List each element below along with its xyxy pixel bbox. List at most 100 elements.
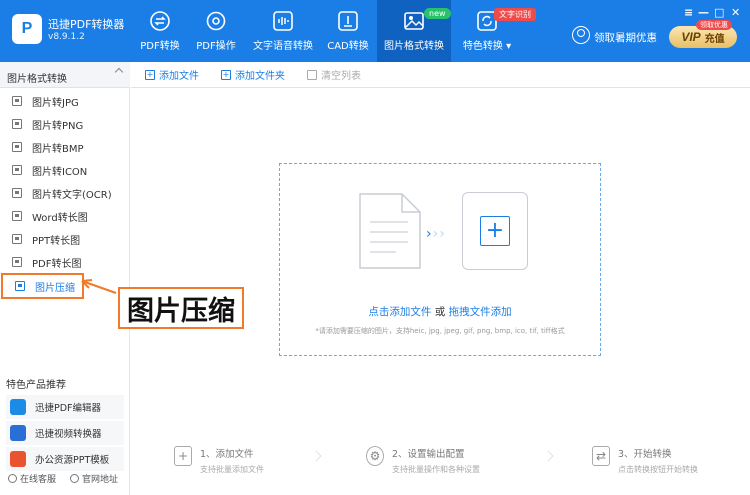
tab-label: PDF操作 [196,41,236,52]
step-separator [542,450,554,462]
drag-add-text: 拖拽文件添加 [448,306,512,318]
sidebar-header[interactable]: 图片格式转换 [0,62,130,88]
settings-icon: ⚙ [366,446,384,466]
tab-label: CAD转换 [327,41,369,52]
pdf-icon [12,257,22,267]
step-add-files: + 1、添加文件 支持批量添加文件 [174,446,264,475]
close-button[interactable]: ✕ [731,6,740,19]
new-badge: new [424,8,451,19]
sidebar-header-label: 图片格式转换 [7,74,67,85]
recommend-ppt-template[interactable]: 办公资源PPT模板 [6,447,124,471]
headset-icon [8,474,17,483]
ppt-icon [12,234,22,244]
app-title: 迅捷PDF转换器 [48,18,125,31]
app-version: v8.9.1.2 [48,32,85,42]
tab-label: 图片格式转换 [384,41,444,52]
add-folder-label: 添加文件夹 [235,71,285,82]
sidebar-item-label: 图片转文字(OCR) [32,189,112,201]
step-desc: 点击转换按钮开始转换 [618,465,698,474]
vip-label: VIP [681,30,701,44]
maximize-button[interactable]: □ [714,6,724,19]
sidebar-item-word-long[interactable]: Word转长图 [0,205,130,227]
drop-instructions: 点击添加文件 或 拖拽文件添加 [368,306,512,318]
add-file-button[interactable]: + 添加文件 [145,67,199,82]
clear-list-button[interactable]: 清空列表 [307,67,361,82]
image-file-icon [12,96,22,106]
sidebar-item-label: 图片转PNG [32,120,84,132]
sidebar-item-label: PDF转长图 [32,258,82,270]
gear-icon [206,11,226,31]
compress-icon [15,281,25,291]
trash-icon [307,69,317,80]
tab-text-speech[interactable]: 文字语音转换 [250,0,316,62]
menu-icon[interactable]: ≡ [684,6,693,19]
convert-icon: ⇄ [592,446,610,466]
recommend-video-converter[interactable]: 迅捷视频转换器 [6,421,124,445]
text-icon [12,188,22,198]
vip-promo-link[interactable]: 领取暑期优惠 [594,30,657,45]
arrows-icon: ››› [426,226,446,242]
minimize-button[interactable]: — [698,6,709,19]
step-start-convert: ⇄ 3、开始转换点击转换按钮开始转换 [592,446,698,475]
step-title: 2、设置输出配置 [392,449,465,460]
image-icon [404,12,424,30]
chevron-up-icon [114,67,124,77]
recommend-label: 迅捷PDF编辑器 [35,403,102,414]
sidebar-item-label: Word转长图 [32,212,88,224]
audio-wave-icon [273,11,293,31]
tab-pdf-convert[interactable]: PDF转换 [134,0,186,62]
sidebar-item-jpg[interactable]: 图片转JPG [0,90,130,112]
app-logo: P [12,14,42,44]
sidebar-item-label: 图片转JPG [32,97,79,109]
sidebar-item-pdf-long[interactable]: PDF转长图 [0,251,130,273]
sidebar-item-ocr[interactable]: 图片转文字(OCR) [0,182,130,204]
online-service-link[interactable]: 在线客服 [8,472,56,485]
ocr-badge: 文字识别 [494,8,536,21]
globe-icon [70,474,80,483]
sidebar-item-ppt-long[interactable]: PPT转长图 [0,228,130,250]
step-separator [310,450,322,462]
annotation-callout: 图片压缩 [118,287,244,329]
recommend-label: 办公资源PPT模板 [35,455,110,466]
website-link[interactable]: 官网地址 [70,472,118,485]
video-converter-icon [10,425,26,441]
plus-icon: + [145,69,155,80]
callout-arrow [81,279,117,294]
sidebar-item-png[interactable]: 图片转PNG [0,113,130,135]
vip-tag: 领取优惠 [696,20,732,30]
tab-label: PDF转换 [140,41,180,52]
pdf-editor-icon [10,399,26,415]
recommend-label: 迅捷视频转换器 [35,429,102,440]
tab-label: 特色转换 ▾ [462,41,512,52]
ppt-template-icon [10,451,26,467]
cad-icon [338,11,358,31]
sidebar-item-bmp[interactable]: 图片转BMP [0,136,130,158]
image-file-icon [12,119,22,129]
step-output-settings: ⚙ 2、设置输出配置 支持批量操作和各种设置 [366,446,480,475]
app-window: P 迅捷PDF转换器 v8.9.1.2 PDF转换 PDF操作 文字语音转换 C… [0,0,750,495]
sidebar-item-label: 图片转ICON [32,166,88,178]
step-desc: 支持批量添加文件 [200,465,264,474]
add-file-label: 添加文件 [159,71,199,82]
step-title: 3、开始转换 [618,449,672,460]
supported-formats-note: *请添加需要压缩的图片，支持heic, jpg, jpeg, gif, png,… [315,327,565,335]
add-box-icon: + [462,192,528,270]
file-toolbar: + 添加文件 + 添加文件夹 清空列表 [131,62,750,88]
add-file-icon: + [174,446,192,466]
tab-cad-convert[interactable]: CAD转换 [322,0,374,62]
sidebar-item-label: 图片转BMP [32,143,84,155]
click-add-text[interactable]: 点击添加文件 [368,306,431,318]
document-icon [359,193,421,269]
tab-label: 文字语音转换 [253,41,313,52]
top-bar: P 迅捷PDF转换器 v8.9.1.2 PDF转换 PDF操作 文字语音转换 C… [0,0,750,62]
tab-pdf-operate[interactable]: PDF操作 [190,0,242,62]
sidebar-item-label: PPT转长图 [32,235,81,247]
file-drop-zone[interactable]: ››› + 点击添加文件 或 拖拽文件添加 *请添加需要压缩的图片，支持heic… [279,163,601,356]
recommend-pdf-editor[interactable]: 迅捷PDF编辑器 [6,395,124,419]
exchange-icon [150,11,170,31]
sidebar-item-label: 图片压缩 [35,282,75,294]
image-file-icon [12,142,22,152]
user-icon[interactable] [572,26,590,44]
add-folder-button[interactable]: + 添加文件夹 [221,67,285,82]
sidebar-item-icon[interactable]: 图片转ICON [0,159,130,181]
